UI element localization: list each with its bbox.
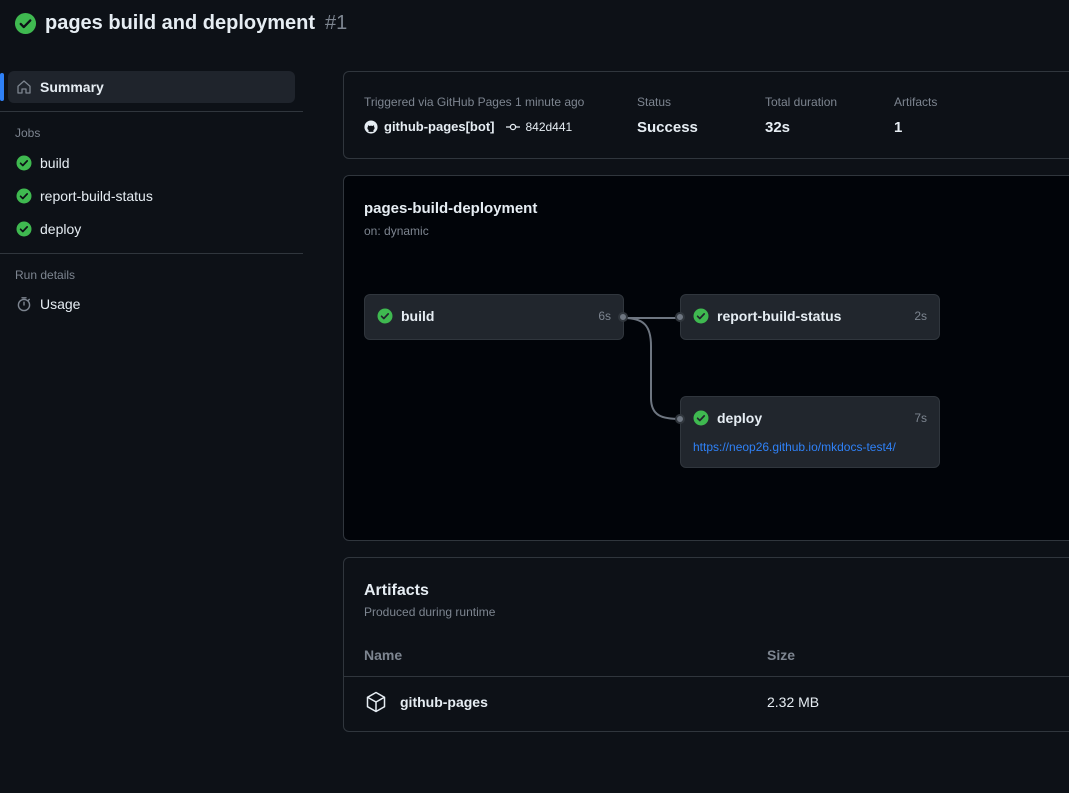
connector-dot <box>618 312 628 322</box>
success-check-icon <box>14 12 37 34</box>
success-check-icon <box>16 221 32 236</box>
trigger-actor-line: github-pages[bot] 842d441 <box>364 119 584 134</box>
divider <box>0 111 303 112</box>
divider <box>0 253 303 254</box>
success-check-icon <box>377 308 393 324</box>
sidebar-item-label: report-build-status <box>40 187 153 204</box>
column-header-name: Name <box>364 647 403 663</box>
column-header-size: Size <box>767 647 796 663</box>
sidebar-item-label: Usage <box>40 296 81 312</box>
artifacts-card: Artifacts Produced during runtime Name S… <box>343 557 1069 732</box>
sidebar-item-label: deploy <box>40 220 82 237</box>
divider <box>344 676 1069 677</box>
table-row: github-pages 2.32 MB <box>344 690 1069 716</box>
git-commit-icon <box>506 123 521 130</box>
sidebar-item-label: Summary <box>40 79 104 95</box>
job-node-report-build-status[interactable]: report-build-status 2s <box>680 294 940 340</box>
home-icon <box>17 80 31 94</box>
status-label: Status <box>637 95 672 109</box>
sidebar-item-build[interactable]: build <box>8 146 295 179</box>
job-name: build <box>401 308 435 324</box>
artifacts-title: Artifacts <box>364 582 429 599</box>
artifacts-label: Artifacts <box>894 95 938 109</box>
package-icon <box>366 691 386 713</box>
deployment-url-link[interactable]: https://neop26.github.io/mkdocs-test4/ <box>693 440 896 454</box>
sidebar-item-deploy[interactable]: deploy <box>8 212 295 245</box>
connector-dot <box>675 312 685 322</box>
stopwatch-icon <box>17 297 31 312</box>
sidebar: Summary Jobs build report-build-status d… <box>0 64 303 320</box>
job-duration: 2s <box>914 309 927 323</box>
duration-label: Total duration <box>765 95 838 109</box>
trigger-text: Triggered via GitHub Pages 1 minute ago <box>364 95 585 109</box>
artifacts-table-header: Name Size <box>344 644 1069 676</box>
run-number: #1 <box>325 11 348 34</box>
artifact-name-cell: github-pages <box>364 690 488 714</box>
page-title: pages build and deployment <box>45 11 316 34</box>
commit-link[interactable]: 842d441 <box>506 120 572 134</box>
artifact-name-link[interactable]: github-pages <box>400 694 488 710</box>
job-node-build[interactable]: build 6s <box>364 294 624 340</box>
jobs-heading: Jobs <box>15 126 41 140</box>
artifacts-count[interactable]: 1 <box>894 119 937 136</box>
success-check-icon <box>693 308 709 324</box>
artifacts-column: Artifacts 1 <box>894 95 937 136</box>
success-check-icon <box>693 410 709 426</box>
duration-column: Total duration 32s <box>765 95 837 136</box>
artifact-size: 2.32 MB <box>767 694 820 710</box>
job-name: report-build-status <box>717 308 842 324</box>
job-connectors <box>623 317 682 420</box>
active-indicator <box>0 73 4 101</box>
trigger-info: Triggered via GitHub Pages 1 minute ago … <box>364 95 584 134</box>
job-duration: 6s <box>598 309 611 323</box>
status-column: Status Success <box>637 95 698 136</box>
workflow-graph-card: pages-build-deployment on: dynamic build… <box>343 175 1069 541</box>
connector-dot <box>675 414 685 424</box>
success-check-icon <box>16 155 32 170</box>
job-duration: 7s <box>914 411 927 425</box>
github-logo-icon <box>364 119 378 134</box>
actor-link[interactable]: github-pages[bot] <box>384 119 494 134</box>
run-header: pages build and deployment #1 <box>14 10 347 36</box>
success-check-icon <box>16 188 32 203</box>
sidebar-item-summary[interactable]: Summary <box>0 71 295 103</box>
sidebar-item-usage[interactable]: Usage <box>8 288 295 320</box>
sidebar-item-label: build <box>40 154 70 171</box>
run-summary-card: Triggered via GitHub Pages 1 minute ago … <box>343 71 1069 159</box>
job-node-deploy[interactable]: deploy 7s https://neop26.github.io/mkdoc… <box>680 396 940 468</box>
run-details-heading: Run details <box>15 268 76 282</box>
job-list: build report-build-status deploy <box>0 146 303 245</box>
commit-sha: 842d441 <box>525 119 573 134</box>
status-value: Success <box>637 119 698 136</box>
duration-value: 32s <box>765 119 791 136</box>
sidebar-item-report-build-status[interactable]: report-build-status <box>8 179 295 212</box>
job-name: deploy <box>717 410 763 426</box>
artifacts-subtitle: Produced during runtime <box>364 605 496 619</box>
